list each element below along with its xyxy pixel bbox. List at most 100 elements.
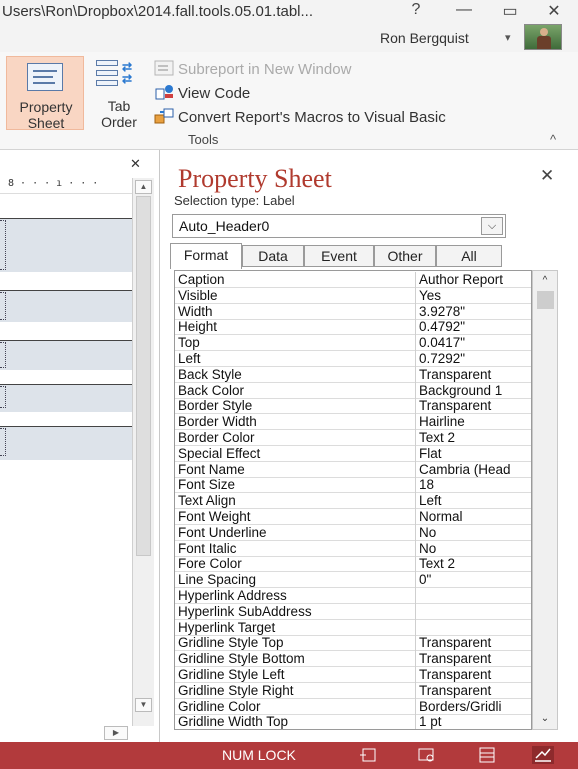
property-row[interactable]: Left 0.7292" <box>175 351 531 367</box>
scroll-down-icon[interactable]: ▼ <box>135 698 152 712</box>
report-section-band[interactable] <box>0 218 132 272</box>
property-value[interactable]: 0.0417" <box>415 335 531 352</box>
property-row[interactable]: Fore Color Text 2 <box>175 556 531 573</box>
tab-event[interactable]: Event <box>304 245 374 267</box>
design-view-icon[interactable] <box>532 746 554 764</box>
scroll-thumb[interactable] <box>537 291 554 309</box>
property-value[interactable]: Transparent <box>415 635 531 652</box>
property-value[interactable]: Text 2 <box>415 556 531 573</box>
close-button[interactable]: ✕ <box>542 1 566 21</box>
property-row[interactable]: Gridline Style Right Transparent <box>175 682 531 699</box>
property-row[interactable]: Hyperlink SubAddress <box>175 603 531 620</box>
property-row[interactable]: Text Align Left <box>175 493 531 510</box>
property-grid-scrollbar[interactable]: ^ ⌄ <box>532 270 558 730</box>
property-value[interactable]: Yes <box>415 287 531 304</box>
subreport-new-window-button[interactable]: Subreport in New Window <box>154 59 351 79</box>
property-value[interactable] <box>415 619 531 636</box>
scroll-thumb[interactable] <box>136 196 151 556</box>
property-value[interactable]: Transparent <box>415 651 531 668</box>
scroll-up-icon[interactable]: ▲ <box>135 180 152 194</box>
property-value[interactable]: Cambria (Head <box>415 461 531 478</box>
property-row[interactable]: Special Effect Flat <box>175 445 531 462</box>
scroll-right-icon[interactable]: ▶ <box>104 726 128 740</box>
property-row[interactable]: Gridline Width Top 1 pt <box>175 714 531 729</box>
property-row[interactable]: Gridline Color Borders/Gridli <box>175 698 531 715</box>
property-value[interactable]: 18 <box>415 477 531 494</box>
layout-view-icon[interactable] <box>476 746 498 764</box>
property-row[interactable]: Font Size 18 <box>175 477 531 494</box>
property-value[interactable]: 1 pt <box>415 714 531 729</box>
property-row[interactable]: Font Weight Normal <box>175 509 531 525</box>
property-value[interactable]: Transparent <box>415 682 531 699</box>
property-sheet-close-icon[interactable]: ✕ <box>540 166 554 186</box>
tab-format[interactable]: Format <box>170 243 242 269</box>
property-row[interactable]: Font Italic No <box>175 540 531 557</box>
report-design-pane[interactable]: ✕ 8 · · · ı · · · ▲ ▼ ▶ <box>0 150 160 742</box>
property-row[interactable]: Line Spacing 0" <box>175 572 531 589</box>
restore-button[interactable]: ▭ <box>498 1 522 21</box>
property-row[interactable]: Border Style Transparent <box>175 398 531 415</box>
report-section-band[interactable] <box>0 384 132 412</box>
control-edge[interactable] <box>0 292 6 320</box>
property-value[interactable]: Background 1 <box>415 382 531 399</box>
property-value[interactable]: 0.4792" <box>415 319 531 336</box>
property-value[interactable]: Hairline <box>415 414 531 431</box>
property-sheet-button[interactable]: Property Sheet <box>6 56 84 131</box>
chevron-down-icon[interactable]: ⌵ <box>481 217 503 235</box>
convert-macros-button[interactable]: Convert Report's Macros to Visual Basic <box>154 107 446 127</box>
control-edge[interactable] <box>0 428 6 456</box>
property-value[interactable]: Transparent <box>415 366 531 383</box>
avatar[interactable] <box>524 24 562 50</box>
report-section-band[interactable] <box>0 426 132 460</box>
property-value[interactable]: 0" <box>415 572 531 589</box>
scroll-up-icon[interactable]: ^ <box>536 274 554 288</box>
property-row[interactable]: Width 3.9278" <box>175 303 531 320</box>
property-row[interactable]: Back Color Background 1 <box>175 382 531 399</box>
property-value[interactable] <box>415 588 531 604</box>
property-value[interactable]: No <box>415 540 531 557</box>
property-value[interactable]: Normal <box>415 509 531 525</box>
property-value[interactable]: Left <box>415 493 531 510</box>
property-value[interactable]: No <box>415 524 531 541</box>
report-view-icon[interactable] <box>358 746 380 764</box>
print-preview-icon[interactable] <box>416 746 438 764</box>
help-button[interactable]: ? <box>404 1 428 19</box>
property-value[interactable]: Author Report <box>415 272 531 288</box>
object-selector[interactable]: Auto_Header0 ⌵ <box>172 214 506 238</box>
tab-other[interactable]: Other <box>374 245 436 267</box>
user-name[interactable]: Ron Bergquist <box>380 30 469 46</box>
control-edge[interactable] <box>0 342 6 368</box>
property-row[interactable]: Back Style Transparent <box>175 366 531 383</box>
property-row[interactable]: Hyperlink Address <box>175 588 531 604</box>
property-value[interactable]: 3.9278" <box>415 303 531 320</box>
tab-order-button[interactable]: ⇄ ⇄ Tab Order <box>90 56 148 130</box>
minimize-button[interactable]: — <box>452 1 476 19</box>
property-value[interactable] <box>415 603 531 620</box>
property-value[interactable]: Transparent <box>415 398 531 415</box>
property-row[interactable]: Gridline Style Bottom Transparent <box>175 651 531 668</box>
scroll-down-icon[interactable]: ⌄ <box>536 712 554 726</box>
property-value[interactable]: Text 2 <box>415 430 531 446</box>
property-row[interactable]: Hyperlink Target <box>175 619 531 636</box>
property-row[interactable]: Height 0.4792" <box>175 319 531 336</box>
collapse-ribbon-icon[interactable]: ^ <box>550 132 556 147</box>
property-row[interactable]: Font Name Cambria (Head <box>175 461 531 478</box>
property-row[interactable]: Border Width Hairline <box>175 414 531 431</box>
property-value[interactable]: Flat <box>415 445 531 462</box>
report-section-band[interactable] <box>0 290 132 322</box>
tab-data[interactable]: Data <box>242 245 304 267</box>
property-row[interactable]: Gridline Style Top Transparent <box>175 635 531 652</box>
property-value[interactable]: Borders/Gridli <box>415 698 531 715</box>
property-value[interactable]: Transparent <box>415 667 531 683</box>
property-row[interactable]: Border Color Text 2 <box>175 430 531 446</box>
view-code-button[interactable]: View Code <box>154 83 250 103</box>
property-row[interactable]: Top 0.0417" <box>175 335 531 352</box>
tab-all[interactable]: All <box>436 245 502 267</box>
property-row[interactable]: Gridline Style Left Transparent <box>175 667 531 683</box>
left-pane-close-icon[interactable]: ✕ <box>130 156 141 172</box>
left-vertical-scrollbar[interactable]: ▲ ▼ <box>132 178 154 726</box>
control-edge[interactable] <box>0 220 6 270</box>
property-value[interactable]: 0.7292" <box>415 351 531 367</box>
property-row[interactable]: Caption Author Report <box>175 272 531 288</box>
report-section-band[interactable] <box>0 340 132 370</box>
